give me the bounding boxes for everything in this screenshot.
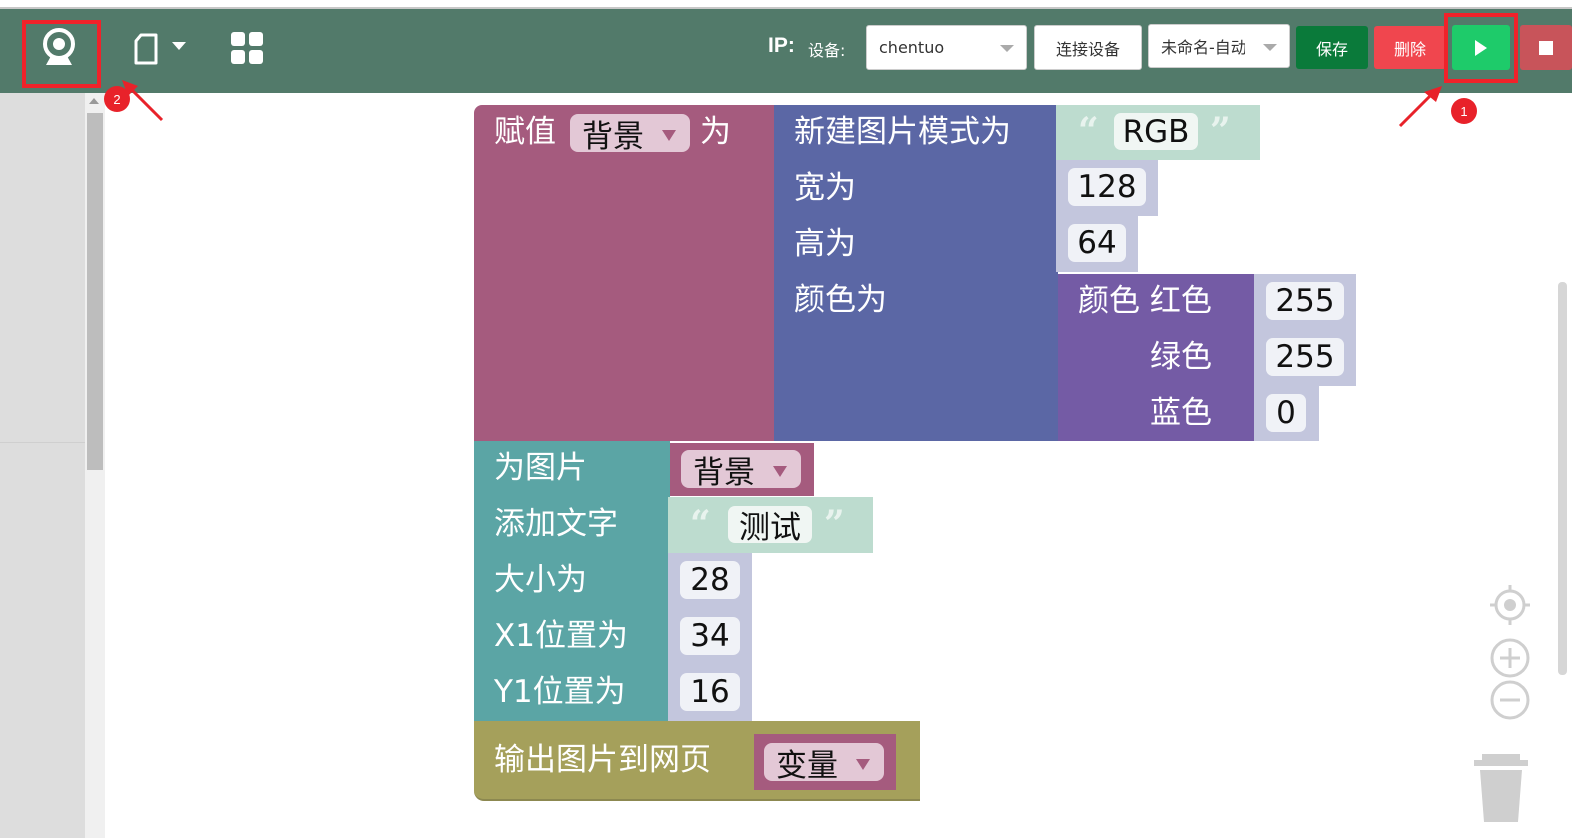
chevron-down-icon — [1000, 45, 1014, 52]
add-text-label: 添加文字 — [494, 506, 618, 542]
size-label: 大小为 — [494, 562, 587, 598]
mode-string-field[interactable]: RGB — [1114, 113, 1198, 150]
recenter-icon[interactable] — [1489, 584, 1531, 626]
height-number-field[interactable]: 64 — [1068, 224, 1126, 262]
dropdown-arrow-icon — [856, 759, 870, 770]
annotation-box-run — [1444, 13, 1518, 83]
annotation-badge-1: 1 — [1451, 98, 1477, 124]
close-quote-icon: ” — [824, 503, 845, 545]
device-select-value: chentuo — [879, 38, 945, 57]
color-red-label: 颜色 红色 — [1078, 283, 1212, 319]
chevron-down-icon — [1263, 44, 1277, 51]
new-image-width-label: 宽为 — [794, 170, 856, 206]
y1-number-field[interactable]: 16 — [680, 673, 740, 711]
output-variable-dropdown[interactable]: 变量 — [764, 743, 884, 784]
scroll-up-icon[interactable] — [89, 98, 99, 104]
save-button[interactable]: 保存 — [1296, 26, 1368, 69]
y1-label: Y1位置为 — [494, 674, 626, 710]
assign-variable-dropdown[interactable]: 背景 — [570, 114, 690, 155]
new-file-icon[interactable] — [130, 29, 162, 69]
trash-icon[interactable] — [1472, 752, 1530, 824]
red-number-field[interactable]: 255 — [1266, 282, 1344, 320]
image-variable-value: 背景 — [693, 454, 755, 491]
scrollbar-thumb[interactable] — [87, 113, 103, 470]
dropdown-arrow-icon — [662, 130, 676, 141]
new-image-block[interactable] — [774, 105, 1058, 441]
close-quote-icon: ” — [1210, 110, 1231, 152]
open-quote-icon: “ — [1078, 110, 1099, 152]
color-green-label: 绿色 — [1150, 339, 1212, 375]
text-string-field[interactable]: 测试 — [728, 506, 812, 546]
annotation-arrow-1 — [1398, 86, 1442, 128]
output-image-label: 输出图片到网页 — [494, 742, 711, 778]
blue-number-field[interactable]: 0 — [1266, 394, 1306, 432]
ip-label: IP: — [768, 34, 795, 57]
delete-button[interactable]: 删除 — [1374, 26, 1446, 69]
for-image-label: 为图片 — [494, 450, 587, 486]
new-image-height-label: 高为 — [794, 226, 856, 262]
device-select[interactable]: chentuo — [866, 25, 1027, 70]
vertical-scrollbar[interactable] — [1558, 282, 1567, 675]
chevron-down-icon[interactable] — [170, 39, 188, 53]
project-select-value: 未命名-自动 — [1161, 38, 1245, 57]
category-panel — [0, 93, 85, 838]
device-label: 设备: — [808, 41, 846, 60]
output-variable-value: 变量 — [776, 747, 838, 784]
x1-number-field[interactable]: 34 — [680, 617, 740, 655]
zoom-out-icon[interactable] — [1489, 679, 1531, 721]
width-number-field[interactable]: 128 — [1068, 168, 1146, 206]
new-image-color-label: 颜色为 — [794, 282, 887, 318]
assign-label: 赋值 — [494, 114, 556, 150]
assign-as-label: 为 — [700, 114, 731, 150]
panel-divider — [0, 442, 85, 443]
zoom-in-icon[interactable] — [1489, 637, 1531, 679]
open-quote-icon: “ — [690, 503, 711, 545]
size-number-field[interactable]: 28 — [680, 561, 740, 599]
connect-device-button[interactable]: 连接设备 — [1034, 25, 1142, 70]
apps-grid-icon[interactable] — [228, 29, 266, 67]
x1-label: X1位置为 — [494, 618, 628, 654]
annotation-box-webcam — [22, 20, 101, 88]
annotation-arrow-2 — [122, 80, 164, 122]
stop-icon — [1539, 40, 1553, 55]
assign-variable-value: 背景 — [582, 118, 644, 155]
stop-button[interactable] — [1520, 25, 1572, 70]
green-number-field[interactable]: 255 — [1266, 338, 1344, 376]
window-top-border — [0, 0, 1572, 9]
color-blue-label: 蓝色 — [1150, 395, 1212, 431]
dropdown-arrow-icon — [773, 466, 787, 477]
image-variable-dropdown[interactable]: 背景 — [681, 450, 801, 491]
new-image-mode-label: 新建图片模式为 — [794, 114, 1011, 150]
project-select[interactable]: 未命名-自动 — [1148, 24, 1290, 68]
